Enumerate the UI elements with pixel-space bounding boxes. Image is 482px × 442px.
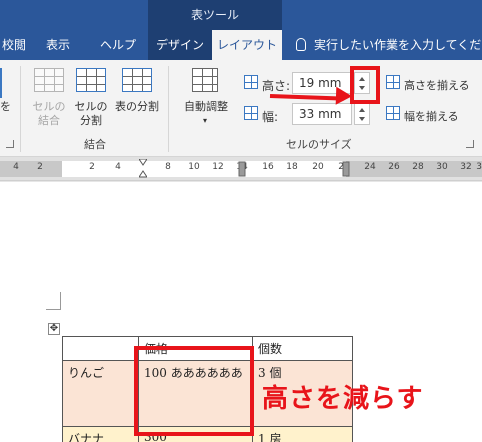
merge-cells-icon <box>34 68 64 92</box>
ruler-tick: 16 <box>262 162 274 172</box>
ruler-tick: 34 <box>476 162 482 172</box>
table-cell[interactable]: 個数 <box>252 336 353 361</box>
ruler-tick: 24 <box>364 162 376 172</box>
highlight-box-spinner <box>350 66 380 104</box>
split-cells-icon <box>76 68 106 92</box>
group-separator <box>168 66 169 152</box>
context-group-label: 表ツール <box>190 8 239 22</box>
partial-button-icon <box>0 68 8 98</box>
ruler-tick: 20 <box>312 162 324 172</box>
table-cell[interactable]: バナナ <box>62 426 139 442</box>
table-cell[interactable]: 1 房 <box>252 426 353 442</box>
tab-layout[interactable]: レイアウト <box>212 30 282 60</box>
ruler-tick: 8 <box>165 162 171 172</box>
table-cell[interactable] <box>62 336 139 361</box>
tell-me-text: 実行したい作業を入力してください <box>314 38 482 52</box>
ruler-tick: 26 <box>388 162 400 172</box>
split-table-icon <box>122 68 152 92</box>
spin-down-icon[interactable] <box>359 117 365 121</box>
tab-review[interactable]: 校閲 <box>0 30 36 60</box>
distribute-columns-button[interactable]: 幅を揃える <box>404 108 459 124</box>
autofit-dropdown-chevron-icon: ▾ <box>202 116 207 125</box>
split-table-button[interactable]: 表の分割 <box>112 100 162 114</box>
ruler-tick: 32 <box>460 162 472 172</box>
ruler-tick: 2 <box>37 162 43 172</box>
highlight-box-cell <box>134 346 254 436</box>
title-bar: 表ツール <box>0 0 482 30</box>
row-height-icon <box>244 75 258 89</box>
annotation-text: 高さを減らす <box>262 384 424 414</box>
cell-size-launcher-icon[interactable] <box>466 140 474 148</box>
lightbulb-icon <box>296 37 306 51</box>
crop-mark <box>60 292 61 310</box>
context-group-header: 表ツール <box>148 0 282 30</box>
ruler-tick: 10 <box>188 162 200 172</box>
distribute-rows-button[interactable]: 高さを揃える <box>404 77 470 93</box>
autofit-button[interactable]: 自動調整 <box>176 100 236 114</box>
spin-up-icon[interactable] <box>359 108 365 112</box>
left-group-launcher-icon[interactable] <box>6 140 14 148</box>
column-width-input[interactable]: 33 mm <box>292 103 352 125</box>
column-width-icon <box>244 106 258 120</box>
crop-mark <box>46 309 61 310</box>
distribute-rows-icon <box>386 75 400 89</box>
group-separator <box>20 66 21 152</box>
merge-group-label: 結合 <box>84 138 106 151</box>
ribbon: を セルの 結合 セルの 分割 表の分割 結合 自動調整 ▾ 高さ: 19 mm… <box>0 60 482 157</box>
width-label: 幅: <box>262 110 279 124</box>
tell-me-box[interactable]: 実行したい作業を入力してください <box>296 30 482 60</box>
height-label: 高さ: <box>262 79 291 93</box>
indent-marker-icon[interactable] <box>139 159 147 179</box>
tab-help[interactable]: ヘルプ <box>100 30 140 60</box>
ruler-tick: 2 <box>89 162 95 172</box>
ruler-tick: 4 <box>115 162 121 172</box>
table-move-handle-icon[interactable]: ✥ <box>48 323 60 335</box>
ruler-tick: 28 <box>412 162 424 172</box>
horizontal-ruler[interactable]: 4 2 2 4 8 10 12 14 16 18 20 22 24 26 28 … <box>0 157 482 181</box>
ruler-tick: 18 <box>286 162 298 172</box>
table-cell[interactable]: りんご <box>62 360 139 427</box>
split-cells-button[interactable]: セルの 分割 <box>70 100 112 128</box>
ribbon-tab-row: 校閲 表示 ヘルプ デザイン レイアウト 実行したい作業を入力してください <box>0 30 482 60</box>
column-marker-icon[interactable] <box>238 159 246 179</box>
ruler-tick: 12 <box>212 162 224 172</box>
distribute-columns-icon <box>386 106 400 120</box>
ruler-tick: 4 <box>13 162 19 172</box>
cell-size-group-label: セルのサイズ <box>286 138 352 151</box>
tab-design[interactable]: デザイン <box>148 30 212 60</box>
ruler-tick: 30 <box>436 162 448 172</box>
column-marker-icon[interactable] <box>342 159 350 179</box>
partial-button-label[interactable]: を <box>0 100 12 114</box>
merge-cells-button[interactable]: セルの 結合 <box>26 100 72 128</box>
word-window: 表ツール 校閲 表示 ヘルプ デザイン レイアウト 実行したい作業を入力してくだ… <box>0 0 482 442</box>
autofit-icon <box>192 68 218 92</box>
column-width-spinner[interactable] <box>354 103 370 125</box>
annotation-arrow-head-icon <box>335 86 353 106</box>
tab-view[interactable]: 表示 <box>46 30 86 60</box>
